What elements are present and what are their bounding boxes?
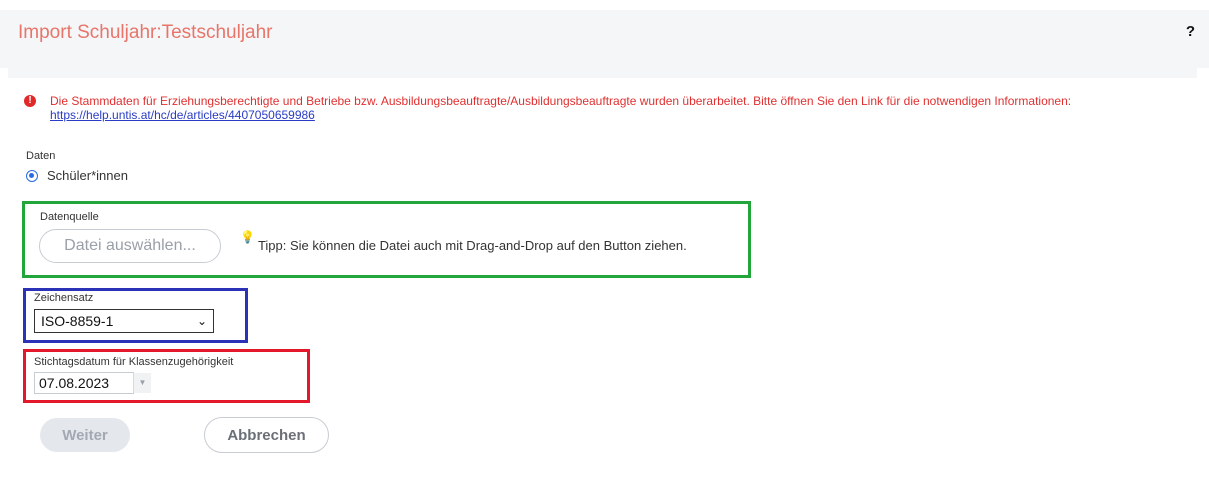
next-button[interactable]: Weiter bbox=[40, 418, 130, 452]
radio-selected-icon[interactable] bbox=[26, 169, 38, 182]
date-input[interactable]: 07.08.2023 bbox=[34, 372, 134, 394]
date-dropdown-icon[interactable]: ▼ bbox=[133, 373, 151, 393]
page-title: Import Schuljahr:Testschuljahr bbox=[18, 22, 273, 43]
lightbulb-icon: 💡 bbox=[240, 230, 255, 244]
cancel-button[interactable]: Abbrechen bbox=[204, 417, 329, 453]
alert-text: Die Stammdaten für Erziehungsberechtigte… bbox=[50, 94, 1072, 108]
datenquelle-label: Datenquelle bbox=[40, 211, 99, 223]
alert-icon: ! bbox=[24, 95, 36, 107]
radio-schueler[interactable]: Schüler*innen bbox=[26, 168, 128, 183]
daten-label: Daten bbox=[26, 150, 56, 162]
radio-label: Schüler*innen bbox=[47, 168, 128, 183]
info-alert: ! Die Stammdaten für Erziehungsberechtig… bbox=[24, 94, 1164, 122]
charset-select[interactable]: ISO-8859-1 ⌄ bbox=[34, 309, 214, 333]
choose-file-button[interactable]: Datei auswählen... bbox=[39, 229, 221, 263]
tip-text: Tipp: Sie können die Datei auch mit Drag… bbox=[257, 238, 687, 253]
tip: 💡 Tipp: Sie können die Datei auch mit Dr… bbox=[240, 231, 687, 253]
stichtag-label: Stichtagsdatum für Klassenzugehörigkeit bbox=[34, 356, 234, 368]
import-form: ! Die Stammdaten für Erziehungsberechtig… bbox=[8, 78, 1197, 478]
chevron-down-icon: ⌄ bbox=[196, 314, 207, 328]
header-bar: Import Schuljahr:Testschuljahr ? bbox=[0, 10, 1209, 68]
help-article-link[interactable]: https://help.untis.at/hc/de/articles/440… bbox=[50, 108, 315, 122]
zeichensatz-label: Zeichensatz bbox=[34, 292, 94, 304]
help-icon[interactable]: ? bbox=[1186, 23, 1195, 40]
charset-value: ISO-8859-1 bbox=[41, 313, 114, 329]
